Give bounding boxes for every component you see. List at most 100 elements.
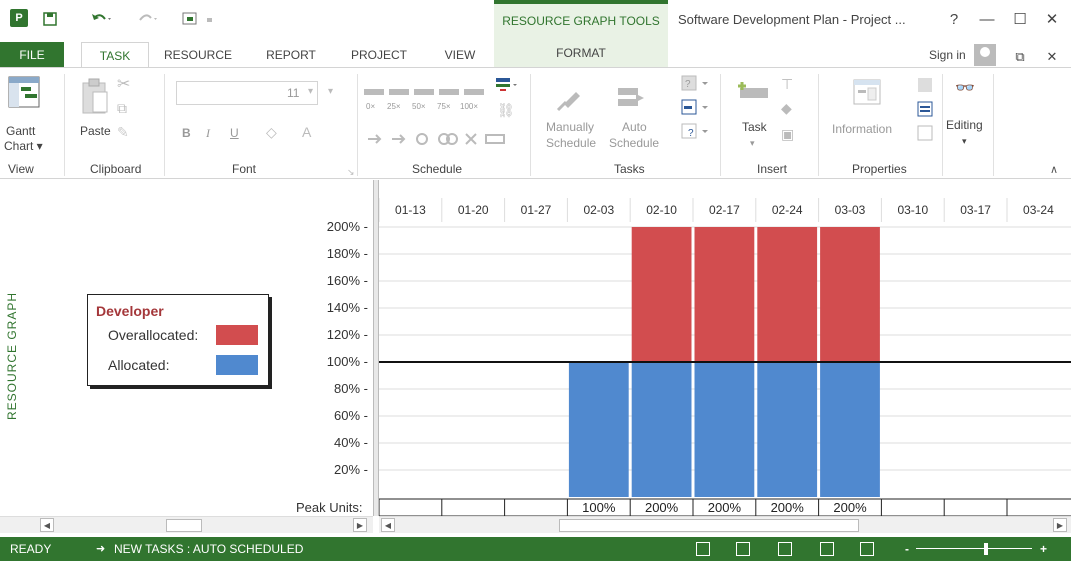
zoom-in-button[interactable]: +	[1040, 542, 1047, 556]
left-horizontal-scrollbar[interactable]: ◀ ▶	[0, 516, 373, 533]
scroll-right-button[interactable]: ▶	[353, 518, 367, 532]
percent-25-label: 25×	[387, 102, 401, 111]
peak-units-value: 200%	[833, 500, 867, 515]
avatar[interactable]	[974, 44, 996, 66]
minimize-button[interactable]: —	[975, 9, 999, 29]
close-document-icon[interactable]: ✕	[1040, 47, 1064, 67]
resource-sheet-view-icon[interactable]	[820, 542, 834, 556]
chart-scroll-thumb[interactable]	[559, 519, 859, 532]
y-axis-tick-label: 180% -	[326, 246, 368, 261]
bold-button[interactable]: B	[182, 126, 191, 141]
insert-milestone-icon[interactable]: ◆	[781, 100, 792, 117]
allocated-bar	[757, 362, 818, 497]
editing-button[interactable]: Editing	[946, 118, 983, 133]
collapse-ribbon-icon[interactable]: ∧	[1050, 162, 1058, 176]
y-axis-tick-label: 140% -	[326, 300, 368, 315]
gantt-view-icon[interactable]	[696, 542, 710, 556]
tab-report[interactable]: REPORT	[254, 42, 328, 68]
zoom-out-button[interactable]: -	[905, 542, 909, 556]
auto-schedule-label-1[interactable]: Auto	[622, 120, 647, 135]
team-planner-view-icon[interactable]	[778, 542, 792, 556]
information-icon[interactable]	[852, 78, 882, 111]
underline-button[interactable]: U	[230, 126, 239, 141]
tab-view[interactable]: VIEW	[434, 42, 486, 68]
maximize-button[interactable]: ☐	[1008, 9, 1032, 29]
group-label-schedule: Schedule	[412, 162, 463, 176]
paste-icon[interactable]	[80, 78, 110, 121]
font-dialog-launcher-icon[interactable]: ↘	[347, 164, 355, 178]
inspect-icon[interactable]: ? ?	[680, 74, 712, 147]
gantt-chart-dropdown[interactable]: Chart ▾	[4, 139, 43, 154]
gantt-chart-label[interactable]: Gantt	[6, 124, 35, 139]
undo-icon[interactable]	[86, 9, 116, 29]
quick-access-customize-icon[interactable]	[178, 9, 218, 29]
indent-icon[interactable]	[494, 76, 520, 97]
insert-summary-icon[interactable]: ⊤	[781, 76, 793, 93]
insert-task-label[interactable]: Task	[742, 120, 767, 135]
font-size-dropdown-icon[interactable]: ▾	[328, 86, 333, 97]
information-label[interactable]: Information	[832, 122, 892, 137]
tab-task[interactable]: TASK	[81, 42, 149, 69]
manually-schedule-icon[interactable]	[554, 82, 586, 117]
zoom-slider-track[interactable]	[916, 548, 1032, 549]
auto-schedule-label-2[interactable]: Schedule	[609, 136, 659, 151]
y-axis-tick-label: 160% -	[326, 273, 368, 288]
project-app-icon[interactable]: P	[10, 9, 28, 27]
status-new-tasks-mode[interactable]: NEW TASKS : AUTO SCHEDULED	[114, 542, 303, 556]
manually-schedule-label-2[interactable]: Schedule	[546, 136, 596, 151]
zoom-slider-thumb[interactable]	[984, 543, 988, 555]
redo-icon[interactable]	[132, 9, 162, 29]
italic-button[interactable]: I	[206, 126, 210, 141]
restore-ribbon-icon[interactable]: ⧉	[1008, 47, 1032, 67]
scroll-thumb[interactable]	[166, 519, 202, 532]
tab-format[interactable]: FORMAT	[494, 38, 668, 68]
chart-horizontal-scrollbar[interactable]: ◀ ▶	[379, 516, 1071, 533]
font-color-icon[interactable]: A	[302, 124, 311, 140]
auto-schedule-icon[interactable]	[616, 84, 648, 115]
group-separator	[818, 74, 819, 176]
font-size-field[interactable]: 11	[287, 86, 299, 100]
font-name-field[interactable]: ▾ 11	[176, 81, 318, 105]
schedule-tools-icons[interactable]	[366, 130, 516, 151]
sign-in-link[interactable]: Sign in	[929, 48, 966, 62]
background-color-icon[interactable]: ◇	[266, 124, 277, 141]
status-bar: READY ➜ NEW TASKS : AUTO SCHEDULED - +	[0, 537, 1071, 561]
legend-box: Developer Overallocated: Allocated:	[87, 294, 269, 386]
percent-0-label: 0×	[366, 102, 376, 111]
group-label-insert: Insert	[757, 162, 788, 176]
chart-scroll-left-button[interactable]: ◀	[381, 518, 395, 532]
cut-icon[interactable]: ✂	[117, 74, 130, 94]
tab-resource[interactable]: RESOURCE	[156, 42, 240, 68]
help-button[interactable]: ?	[942, 9, 966, 29]
manually-schedule-label-1[interactable]: Manually	[546, 120, 594, 135]
save-icon[interactable]	[40, 9, 60, 29]
gantt-chart-icon[interactable]	[8, 76, 40, 111]
insert-task-dropdown-icon[interactable]: ▾	[750, 136, 755, 151]
tab-file[interactable]: FILE	[0, 42, 64, 68]
chart-scroll-right-button[interactable]: ▶	[1053, 518, 1067, 532]
group-separator	[64, 74, 65, 176]
group-label-properties: Properties	[852, 162, 907, 176]
format-painter-icon[interactable]: ✎	[117, 124, 129, 141]
paste-label[interactable]: Paste	[80, 124, 111, 139]
overallocated-bar	[631, 227, 692, 362]
task-usage-view-icon[interactable]	[736, 542, 750, 556]
tab-project[interactable]: PROJECT	[342, 42, 416, 68]
copy-icon[interactable]: ⧉	[117, 100, 127, 117]
date-header-label: 02-17	[709, 203, 740, 217]
scroll-left-button[interactable]: ◀	[40, 518, 54, 532]
close-button[interactable]: ✕	[1040, 9, 1064, 29]
date-header-label: 03-10	[897, 203, 928, 217]
y-axis-tick-label: 200% -	[326, 219, 368, 234]
report-view-icon[interactable]	[860, 542, 874, 556]
insert-deliverable-icon[interactable]: ▣	[781, 126, 794, 143]
editing-dropdown-icon[interactable]: ▾	[962, 134, 967, 149]
group-label-clipboard: Clipboard	[90, 162, 142, 176]
binoculars-icon[interactable]: 👓	[955, 78, 975, 98]
status-ready: READY	[10, 542, 52, 556]
y-axis-labels: 200% - 180% - 160% - 140% - 120% - 100% - 80% …	[300, 180, 368, 496]
ribbon-tabs: FILE TASK RESOURCE REPORT PROJECT VIEW F…	[0, 38, 1071, 69]
notes-icon[interactable]	[916, 76, 934, 149]
insert-task-icon[interactable]	[738, 78, 770, 111]
link-tasks-icon[interactable]: ⛓	[497, 102, 515, 119]
